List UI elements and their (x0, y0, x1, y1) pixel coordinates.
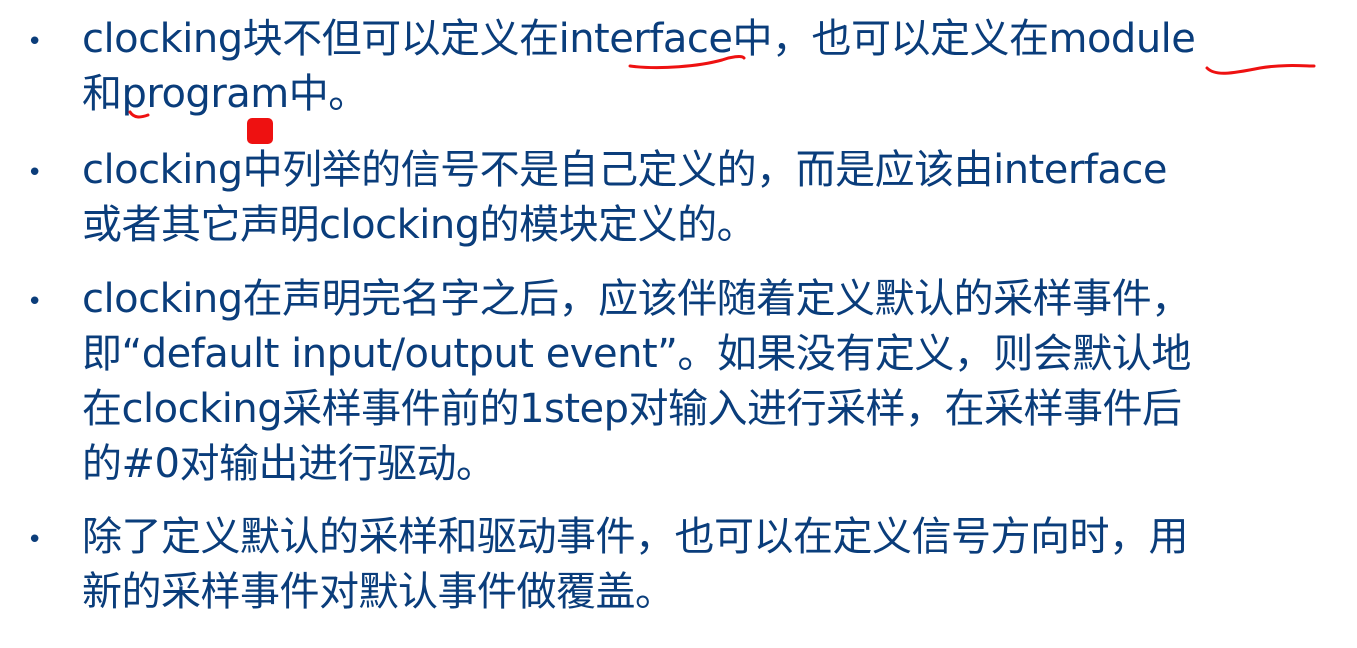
bullet-dot: • (27, 525, 43, 555)
slide: • clocking块不但可以定义在interface中，也可以定义在modul… (0, 0, 1357, 648)
laser-pointer-dot (247, 118, 273, 144)
bullet-dot: • (27, 287, 43, 317)
bullet-text: 除了定义默认的采样和驱动事件，也可以在定义信号方向时，用 新的采样事件对默认事件… (82, 514, 1189, 615)
bullet-dot: • (27, 27, 43, 57)
bullet-dot: • (27, 158, 43, 188)
bullet-text: clocking在声明完名字之后，应该伴随着定义默认的采样事件， 即“defau… (82, 276, 1191, 487)
bullet-text: clocking中列举的信号不是自己定义的，而是应该由interface 或者其… (82, 147, 1168, 248)
bullet-text: clocking块不但可以定义在interface中，也可以定义在module … (82, 16, 1196, 117)
